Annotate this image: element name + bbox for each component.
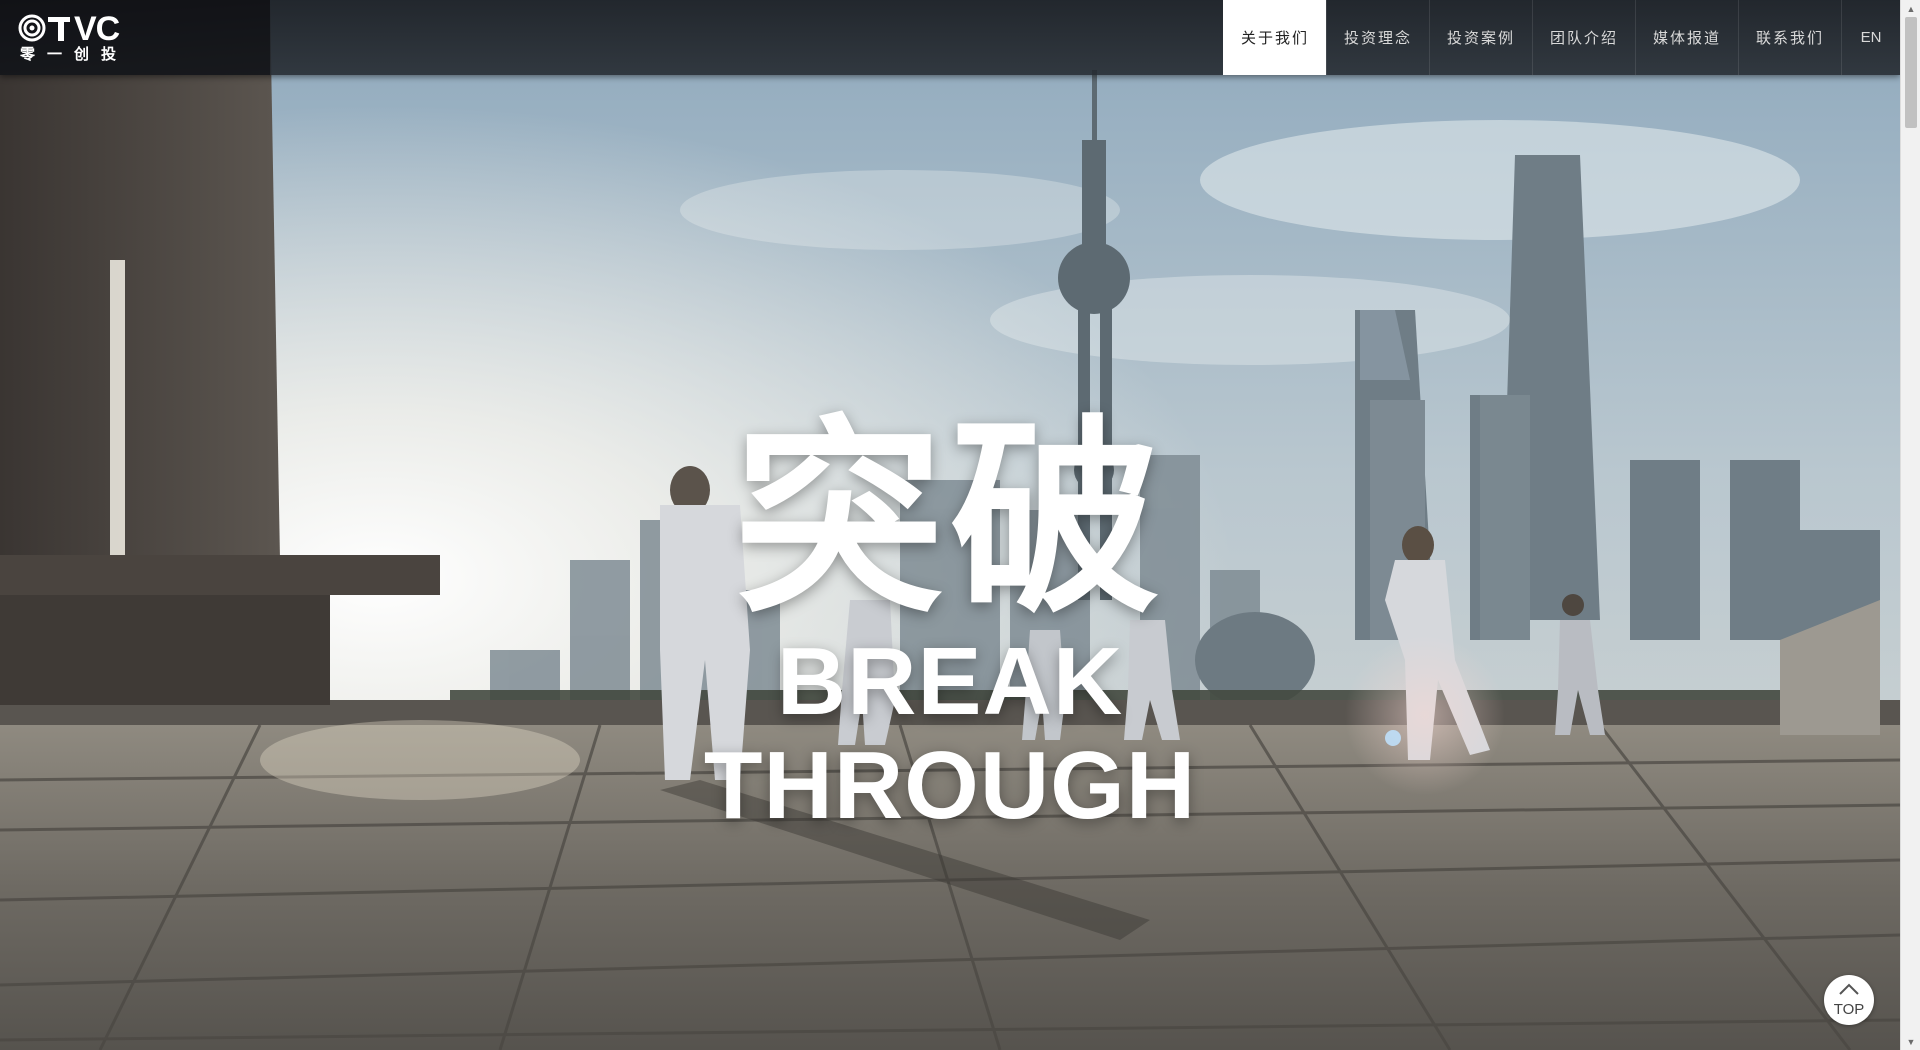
back-to-top-button[interactable]: TOP (1824, 975, 1874, 1025)
back-to-top-label: TOP (1833, 1001, 1865, 1018)
scroll-down-arrow-icon[interactable]: ▼ (1901, 1033, 1920, 1050)
language-switch[interactable]: EN (1841, 0, 1900, 75)
nav-item-philosophy[interactable]: 投资理念 (1326, 0, 1429, 75)
chevron-up-icon (1839, 983, 1859, 995)
main-nav: 关于我们 投资理念 投资案例 团队介绍 媒体报道 联系我们 EN (1223, 0, 1900, 75)
logo-mark-icon (18, 14, 70, 42)
headline-english-line2: THROUGH (703, 732, 1197, 839)
logo-subtitle: 零一创投 (20, 46, 129, 63)
scroll-up-arrow-icon[interactable]: ▲ (1901, 0, 1920, 17)
headline-english-line1: BREAK (776, 628, 1124, 735)
nav-item-about[interactable]: 关于我们 (1223, 0, 1326, 75)
nav-item-portfolio[interactable]: 投资案例 (1429, 0, 1532, 75)
logo-area: VC 零一创投 (0, 0, 270, 75)
nav-item-contact[interactable]: 联系我们 (1738, 0, 1841, 75)
page-viewport: VC 零一创投 关于我们 投资理念 投资案例 团队介绍 媒体报道 联系我们 EN… (0, 0, 1900, 1050)
nav-item-media[interactable]: 媒体报道 (1635, 0, 1738, 75)
nav-item-team[interactable]: 团队介绍 (1532, 0, 1635, 75)
logo-wordmark: VC (74, 10, 120, 48)
top-navigation-bar: VC 零一创投 关于我们 投资理念 投资案例 团队介绍 媒体报道 联系我们 EN (0, 0, 1900, 75)
vertical-scrollbar[interactable]: ▲ ▼ (1900, 0, 1920, 1050)
brand-logo[interactable]: VC 零一创投 (18, 12, 128, 64)
hero-headline: 突破 BREAK THROUGH (0, 410, 1900, 838)
scrollbar-thumb[interactable] (1905, 17, 1917, 128)
headline-chinese: 突破 (733, 397, 1166, 642)
